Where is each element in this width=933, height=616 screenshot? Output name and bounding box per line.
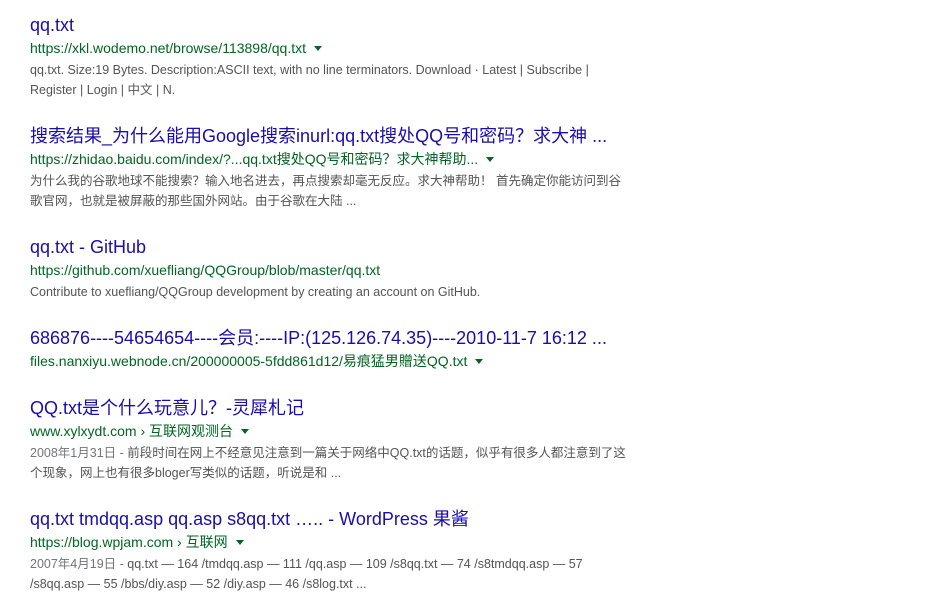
result-item: QQ.txt是个什么玩意儿？-灵犀札记 www.xylxydt.com › 互联… [30,396,630,483]
result-title-link[interactable]: 搜索结果_为什么能用Google搜索inurl:qq.txt搜处QQ号和密码？求… [30,124,630,148]
result-title-link[interactable]: 686876----54654654----会员:----IP:(125.126… [30,326,630,350]
result-title-link[interactable]: QQ.txt是个什么玩意儿？-灵犀札记 [30,396,630,420]
result-url-row: www.xylxydt.com › 互联网观测台 [30,420,630,442]
result-url[interactable]: www.xylxydt.com › 互联网观测台 [30,420,233,442]
results-list: qq.txt https://xkl.wodemo.net/browse/113… [30,13,630,594]
search-results-page: { "results": [ { "title": "qq.txt", "url… [0,0,933,616]
result-date: 2007年4月19日 - [30,557,128,571]
result-item: qq.txt https://xkl.wodemo.net/browse/113… [30,13,630,100]
result-url-row: https://zhidao.baidu.com/index/?...qq.tx… [30,148,630,170]
result-snippet-text: qq.txt. Size:19 Bytes. Description:ASCII… [30,63,589,97]
result-snippet: 为什么我的谷歌地球不能搜索？输入地名进去，再点搜索却毫无反应。求大神帮助！ 首先… [30,171,630,211]
caret-down-icon[interactable] [241,429,250,434]
result-title-link[interactable]: qq.txt - GitHub [30,235,630,259]
result-item: 搜索结果_为什么能用Google搜索inurl:qq.txt搜处QQ号和密码？求… [30,124,630,211]
result-title-link[interactable]: qq.txt tmdqq.asp qq.asp s8qq.txt ….. - W… [30,507,630,531]
result-snippet: 2008年1月31日 - 前段时间在网上不经意见注意到一篇关于网络中QQ.txt… [30,443,630,483]
result-snippet: Contribute to xuefliang/QQGroup developm… [30,282,630,302]
result-snippet-text: 为什么我的谷歌地球不能搜索？输入地名进去，再点搜索却毫无反应。求大神帮助！ 首先… [30,174,621,208]
result-title-link[interactable]: qq.txt [30,13,630,37]
result-url-row: https://xkl.wodemo.net/browse/113898/qq.… [30,37,630,59]
result-snippet: qq.txt. Size:19 Bytes. Description:ASCII… [30,60,630,100]
result-item: qq.txt - GitHub https://github.com/xuefl… [30,235,630,302]
result-url-row: https://github.com/xuefliang/QQGroup/blo… [30,259,630,281]
result-url[interactable]: https://xkl.wodemo.net/browse/113898/qq.… [30,37,306,59]
caret-down-icon[interactable] [475,359,484,364]
result-url[interactable]: files.nanxiyu.webnode.cn/200000005-5fdd8… [30,350,467,372]
result-snippet-text: Contribute to xuefliang/QQGroup developm… [30,285,481,299]
result-url[interactable]: https://github.com/xuefliang/QQGroup/blo… [30,259,380,281]
result-url[interactable]: https://zhidao.baidu.com/index/?...qq.tx… [30,148,478,170]
result-url-row: files.nanxiyu.webnode.cn/200000005-5fdd8… [30,350,630,372]
result-url[interactable]: https://blog.wpjam.com › 互联网 [30,531,228,553]
caret-down-icon[interactable] [235,540,244,545]
result-date: 2008年1月31日 - [30,446,128,460]
result-url-row: https://blog.wpjam.com › 互联网 [30,531,630,553]
caret-down-icon[interactable] [314,46,323,51]
result-item: qq.txt tmdqq.asp qq.asp s8qq.txt ….. - W… [30,507,630,594]
caret-down-icon[interactable] [486,157,495,162]
result-item: 686876----54654654----会员:----IP:(125.126… [30,326,630,372]
result-snippet: 2007年4月19日 - qq.txt — 164 /tmdqq.asp — 1… [30,554,630,594]
